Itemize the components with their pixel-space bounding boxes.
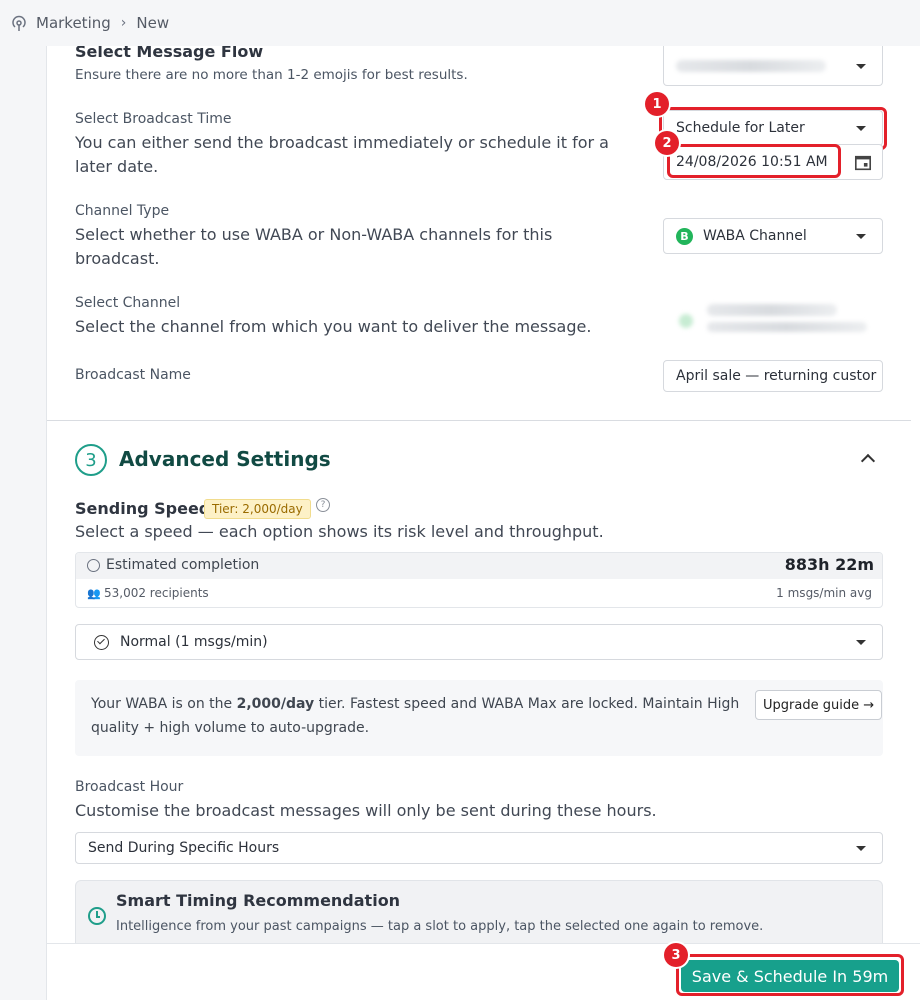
broadcast-name-value: April sale — returning custor — [676, 368, 877, 384]
tier-badge: Tier: 2,000/day — [204, 499, 311, 519]
smart-timing-panel: Smart Timing Recommendation Intelligence… — [75, 880, 883, 943]
tier-info-box: Your WABA is on the 2,000/day tier. Fast… — [75, 680, 883, 756]
advanced-settings-title: Advanced Settings — [119, 447, 331, 471]
form-footer: Save & Schedule In 59m 3 — [47, 943, 920, 1000]
clock-icon — [88, 907, 106, 925]
channel-type-description: Select whether to use WABA or Non-WABA c… — [75, 225, 553, 268]
estimate-value: 883h 22m — [784, 555, 874, 574]
broadcast-hour-value: Send During Specific Hours — [88, 840, 280, 856]
upgrade-guide-button[interactable]: Upgrade guide → — [755, 690, 883, 720]
channel-label: Select Channel — [75, 295, 181, 311]
channel-type-label: Channel Type — [75, 203, 170, 219]
chevron-up-icon[interactable] — [860, 453, 876, 469]
users-icon: 👥 — [87, 587, 101, 600]
caret-down-icon — [856, 640, 866, 645]
estimate-header: Estimated completion 883h 22m — [76, 553, 882, 579]
broadcast-hour-description: Customise the broadcast messages will on… — [75, 801, 657, 820]
channel-select[interactable] — [667, 298, 887, 338]
broadcast-icon — [12, 15, 26, 31]
broadcast-time-label: Select Broadcast Time — [75, 111, 232, 127]
broadcast-time-description: You can either send the broadcast immedi… — [75, 133, 609, 176]
caret-down-icon — [856, 846, 866, 851]
caret-down-icon — [856, 64, 866, 69]
tier-info-text-start: Your WABA is on the — [91, 696, 237, 712]
smart-timing-title: Smart Timing Recommendation — [116, 891, 401, 910]
channel-description: Select the channel from which you want t… — [75, 317, 592, 336]
channel-status-dot — [679, 314, 693, 328]
annotation-badge-2: 2 — [655, 131, 679, 155]
broadcast-hour-select[interactable]: Send During Specific Hours — [75, 832, 883, 864]
message-flow-select[interactable] — [663, 46, 883, 86]
recipients-count: 53,002 recipients — [104, 586, 209, 600]
breadcrumb-current: New — [136, 14, 170, 32]
whatsapp-business-icon: B — [676, 227, 693, 245]
breadcrumb: Marketing › New — [0, 0, 920, 46]
annotation-badge-3: 3 — [664, 943, 688, 967]
broadcast-name-label: Broadcast Name — [75, 367, 191, 383]
broadcast-hour-label: Broadcast Hour — [75, 779, 184, 795]
breadcrumb-marketing[interactable]: Marketing — [36, 14, 111, 32]
sending-speed-description: Select a speed — each option shows its r… — [75, 522, 604, 541]
estimate-label: Estimated completion — [106, 557, 260, 573]
blurred-channel-name — [707, 304, 837, 316]
message-flow-hint: Ensure there are no more than 1-2 emojis… — [75, 67, 468, 83]
throughput-rate: 1 msgs/min avg — [776, 586, 872, 600]
blurred-channel-number — [707, 322, 867, 332]
scroll-area[interactable]: Select Message Flow Ensure there are no … — [47, 40, 911, 943]
broadcast-name-input[interactable]: April sale — returning custor — [663, 360, 883, 392]
caret-down-icon — [856, 234, 866, 239]
sending-speed-label: Sending Speed — [75, 499, 211, 518]
channel-type-select[interactable]: B WABA Channel — [663, 218, 883, 254]
tier-info-text-bold: 2,000/day — [236, 696, 315, 712]
tier-info-text: Your WABA is on the 2,000/day tier. Fast… — [91, 692, 741, 740]
highlight-box-2 — [667, 144, 841, 178]
highlight-box-3 — [676, 954, 904, 996]
check-circle-icon — [94, 635, 109, 650]
estimated-completion-panel: Estimated completion 883h 22m 👥 53,002 r… — [75, 552, 883, 608]
chevron-right-icon: › — [120, 15, 127, 31]
help-icon[interactable]: ? — [316, 498, 330, 512]
broadcast-form-card: Select Message Flow Ensure there are no … — [46, 40, 920, 1000]
clock-icon — [87, 559, 100, 572]
channel-type-value: WABA Channel — [703, 228, 807, 244]
section-divider — [47, 420, 911, 421]
blurred-value — [676, 59, 826, 72]
smart-timing-description: Intelligence from your past campaigns — … — [116, 919, 764, 934]
sending-speed-value: Normal (1 msgs/min) — [120, 634, 268, 650]
sending-speed-select[interactable]: Normal (1 msgs/min) — [75, 624, 883, 660]
annotation-badge-1: 1 — [645, 92, 669, 116]
step-number-3: 3 — [75, 444, 107, 476]
calendar-icon[interactable] — [854, 154, 872, 172]
